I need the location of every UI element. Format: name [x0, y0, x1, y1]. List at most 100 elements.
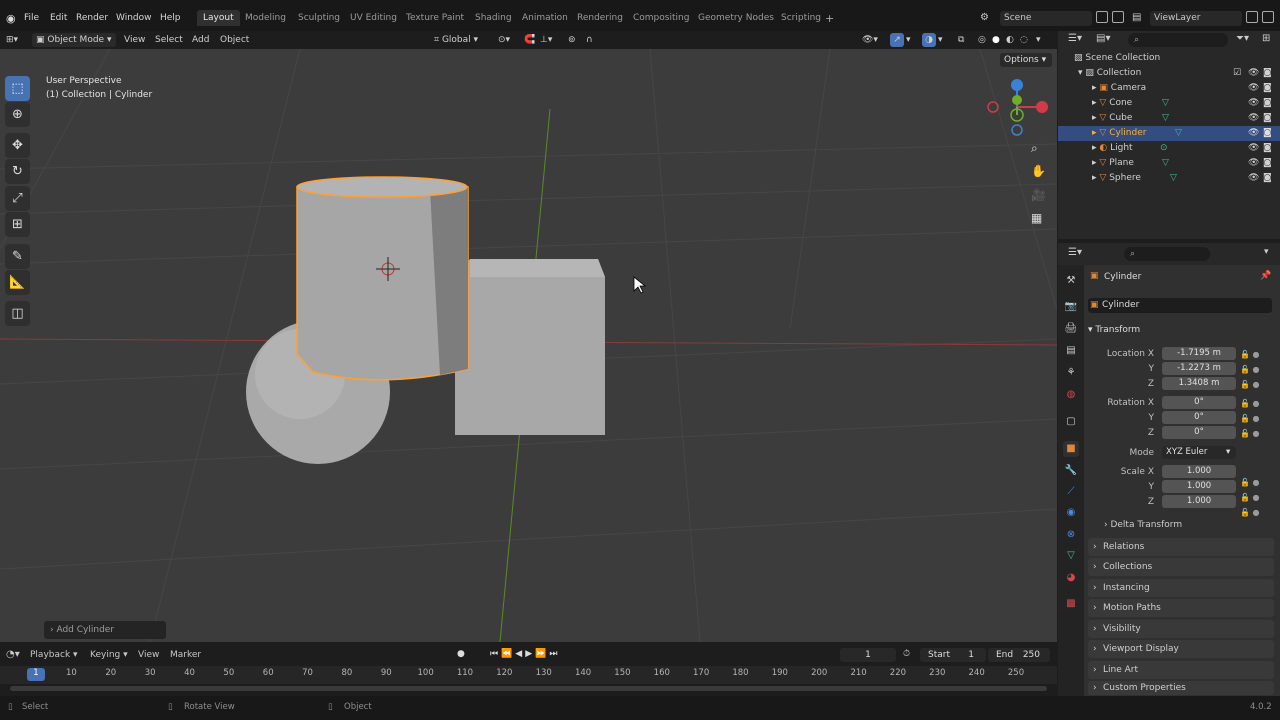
- shading-solid-icon[interactable]: ●: [992, 33, 1000, 47]
- overlays-dropdown-icon[interactable]: ▾: [938, 33, 943, 47]
- collection-checkbox-icon[interactable]: ☑: [1233, 66, 1241, 81]
- menu-file[interactable]: File: [24, 13, 39, 23]
- transform-panel-header[interactable]: ▾ Transform: [1088, 323, 1274, 337]
- properties-search-input[interactable]: ⌕: [1124, 247, 1210, 261]
- eye-icon[interactable]: 👁: [1248, 156, 1259, 171]
- gizmo-icon[interactable]: ↗: [890, 33, 904, 47]
- tab-uv-editing[interactable]: UV Editing: [344, 10, 403, 26]
- render-icon[interactable]: ◙: [1263, 141, 1272, 156]
- render-icon[interactable]: ◙: [1263, 126, 1272, 141]
- texture-tab-icon[interactable]: ▩: [1063, 596, 1079, 612]
- menu-object[interactable]: Object: [220, 33, 249, 47]
- mode-selector[interactable]: ▣ Object Mode ▾: [32, 33, 116, 47]
- scene-tab-icon[interactable]: ⚘: [1063, 365, 1079, 381]
- outliner-item-cylinder[interactable]: ▸ ▽ Cylinder ▽ 👁 ◙: [1058, 126, 1280, 141]
- lock-icon[interactable]: 🔓 ●: [1240, 362, 1270, 377]
- render-icon[interactable]: ◙: [1263, 111, 1272, 126]
- menu-timeline-view[interactable]: View: [138, 650, 159, 660]
- output-tab-icon[interactable]: 🖨: [1063, 321, 1079, 337]
- panel-visibility[interactable]: › Visibility: [1088, 620, 1274, 638]
- proportional-edit-icon[interactable]: ⊚: [568, 33, 576, 47]
- snap-target-icon[interactable]: ⊥▾: [540, 33, 552, 47]
- eye-icon[interactable]: 👁: [1248, 111, 1259, 126]
- menu-marker[interactable]: Marker: [170, 650, 201, 660]
- outliner-scene-collection[interactable]: ▧ Scene Collection: [1058, 51, 1280, 66]
- menu-add[interactable]: Add: [192, 33, 209, 47]
- tool-tab-icon[interactable]: ⚒: [1063, 273, 1079, 289]
- options-button[interactable]: Options ▾: [1000, 53, 1052, 67]
- rotation-z-field[interactable]: 0°: [1162, 426, 1236, 439]
- view-layer-icon[interactable]: ▤: [1132, 12, 1141, 23]
- eye-icon[interactable]: 👁: [1248, 126, 1259, 141]
- outliner-item-cone[interactable]: ▸ ▽ Cone ▽ 👁 ◙: [1058, 96, 1280, 111]
- tab-compositing[interactable]: Compositing: [627, 10, 695, 26]
- tab-animation[interactable]: Animation: [516, 10, 574, 26]
- location-y-field[interactable]: -1.2273 m: [1162, 362, 1236, 375]
- properties-editor-icon[interactable]: ☰▾: [1068, 247, 1082, 258]
- transform-tool-icon[interactable]: ⊞: [5, 212, 30, 237]
- menu-select[interactable]: Select: [155, 33, 183, 47]
- measure-tool-icon[interactable]: 📐: [5, 270, 30, 295]
- new-collection-icon[interactable]: ⊞: [1262, 33, 1270, 44]
- panel-custom-properties[interactable]: › Custom Properties: [1088, 681, 1274, 695]
- rotation-y-field[interactable]: 0°: [1162, 411, 1236, 424]
- shading-wireframe-icon[interactable]: ◎: [978, 33, 986, 47]
- particles-tab-icon[interactable]: ⟋: [1063, 484, 1079, 500]
- world-tab-icon[interactable]: ◍: [1063, 387, 1079, 403]
- data-tab-icon[interactable]: ▽: [1063, 548, 1079, 564]
- new-scene-icon[interactable]: [1096, 11, 1108, 23]
- visibility-icon[interactable]: 👁▾: [862, 33, 878, 47]
- tab-modeling[interactable]: Modeling: [239, 10, 292, 26]
- panel-line-art[interactable]: › Line Art: [1088, 661, 1274, 679]
- timeline-scrollbar[interactable]: [10, 686, 1047, 691]
- new-view-layer-icon[interactable]: [1246, 11, 1258, 23]
- render-icon[interactable]: ◙: [1263, 171, 1272, 186]
- render-icon[interactable]: ◙: [1263, 81, 1272, 96]
- blender-logo-icon[interactable]: ◉: [6, 12, 16, 25]
- end-frame-field[interactable]: End 250: [988, 648, 1050, 662]
- cube-object[interactable]: [455, 259, 605, 435]
- collection-camera-icon[interactable]: ◙: [1263, 66, 1272, 81]
- outliner-search-input[interactable]: ⌕: [1128, 33, 1228, 47]
- modifier-tab-icon[interactable]: 🔧: [1063, 463, 1079, 479]
- filter-icon[interactable]: ⏷▾: [1236, 33, 1249, 44]
- tab-sculpting[interactable]: Sculpting: [292, 10, 346, 26]
- lock-icon[interactable]: 🔓 ●: [1240, 426, 1270, 441]
- pan-hand-icon[interactable]: ✋: [1031, 164, 1046, 178]
- lock-icon[interactable]: 🔓 ●: [1240, 475, 1270, 490]
- last-operator-panel[interactable]: › Add Cylinder: [44, 621, 166, 639]
- object-tab-icon[interactable]: ■: [1063, 441, 1079, 457]
- lock-icon[interactable]: 🔓 ●: [1240, 347, 1270, 362]
- view-layer-selector[interactable]: ViewLayer: [1150, 11, 1242, 26]
- menu-playback[interactable]: Playback ▾: [30, 650, 78, 660]
- menu-keying[interactable]: Keying ▾: [90, 650, 128, 660]
- tab-shading[interactable]: Shading: [469, 10, 518, 26]
- lock-icon[interactable]: 🔓 ●: [1240, 377, 1270, 392]
- playback-controls[interactable]: ⏮⏪◀▶⏩⏭: [490, 649, 560, 659]
- delete-scene-icon[interactable]: [1112, 11, 1124, 23]
- panel-motion-paths[interactable]: › Motion Paths: [1088, 599, 1274, 617]
- falloff-icon[interactable]: ∩: [586, 33, 593, 47]
- properties-options-icon[interactable]: ▾: [1264, 247, 1269, 257]
- move-tool-icon[interactable]: ✥: [5, 133, 30, 158]
- location-z-field[interactable]: 1.3408 m: [1162, 377, 1236, 390]
- collection-eye-icon[interactable]: 👁: [1248, 66, 1259, 81]
- menu-help[interactable]: Help: [160, 13, 181, 23]
- outliner-item-cube[interactable]: ▸ ▽ Cube ▽ 👁 ◙: [1058, 111, 1280, 126]
- pivot-icon[interactable]: ⊙▾: [498, 33, 510, 47]
- object-name-field[interactable]: ▣ Cylinder: [1088, 298, 1272, 313]
- menu-window[interactable]: Window: [116, 13, 152, 23]
- collection-tab-icon[interactable]: ▢: [1063, 414, 1079, 430]
- panel-instancing[interactable]: › Instancing: [1088, 579, 1274, 597]
- display-mode-icon[interactable]: ▤▾: [1096, 33, 1110, 44]
- scale-y-field[interactable]: 1.000: [1162, 480, 1236, 493]
- scene-selector[interactable]: Scene: [1000, 11, 1092, 26]
- gizmo-dropdown-icon[interactable]: ▾: [906, 33, 911, 47]
- rotation-x-field[interactable]: 0°: [1162, 396, 1236, 409]
- shading-material-icon[interactable]: ◐: [1006, 33, 1014, 47]
- zoom-icon[interactable]: ⌕: [1031, 141, 1038, 156]
- cursor-tool-icon[interactable]: ⊕: [5, 102, 30, 127]
- render-icon[interactable]: ◙: [1263, 156, 1272, 171]
- outliner-item-light[interactable]: ▸ ◐ Light ⊙ 👁 ◙: [1058, 141, 1280, 156]
- lock-icon[interactable]: 🔓 ●: [1240, 490, 1270, 505]
